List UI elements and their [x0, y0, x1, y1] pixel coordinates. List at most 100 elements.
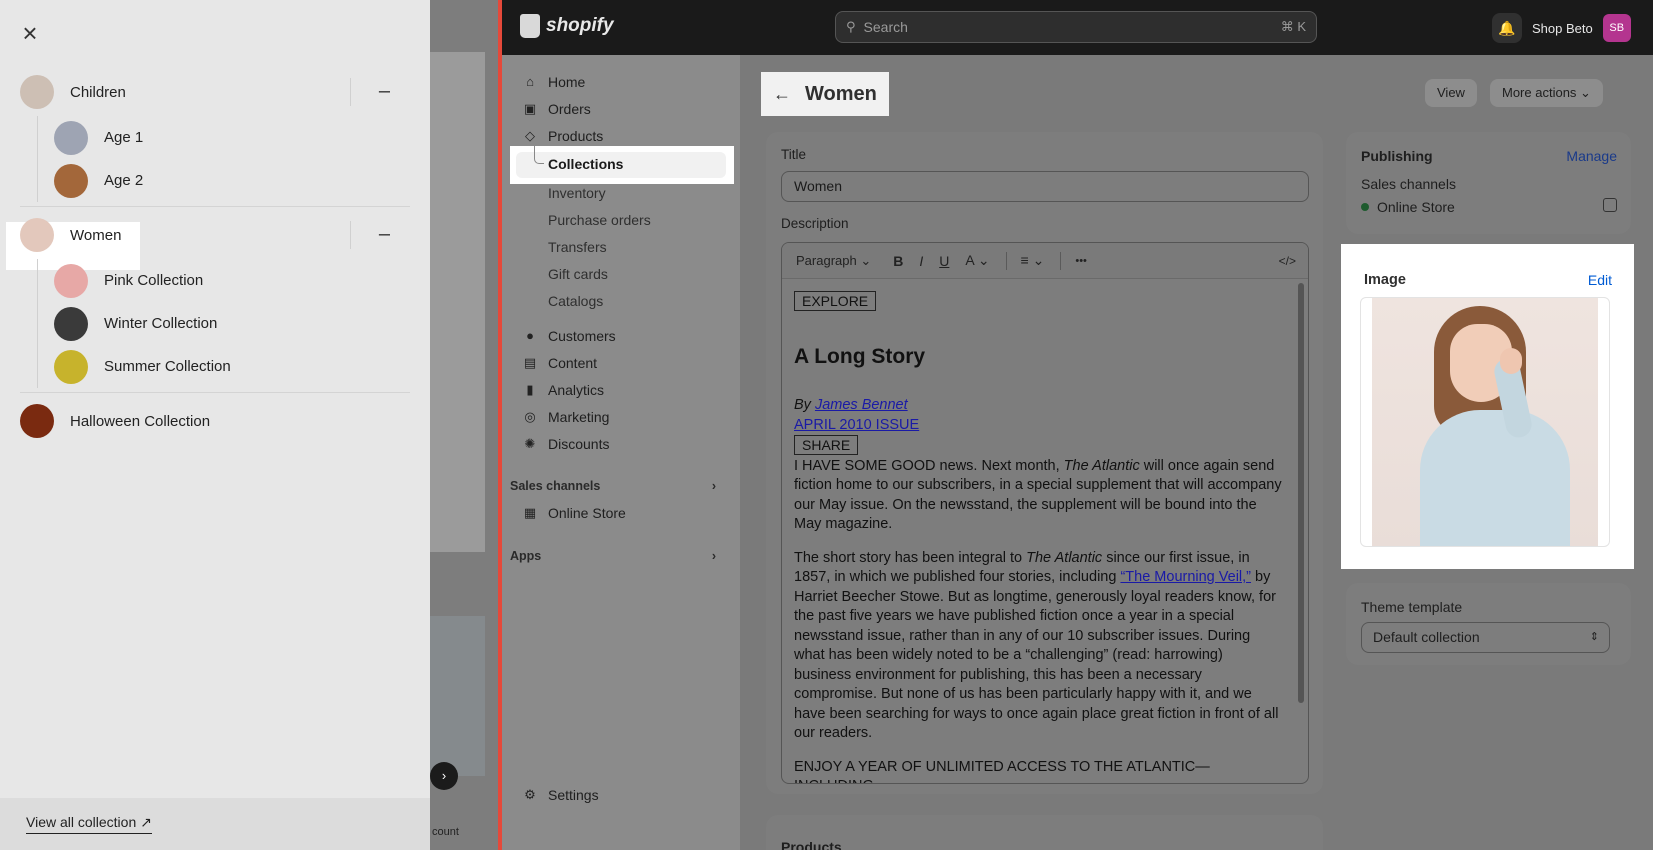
more-actions-button[interactable]: More actions ⌄ — [1490, 79, 1603, 107]
apps-section[interactable]: Apps › — [510, 549, 716, 563]
menu-item-summer-collection[interactable]: Summer Collection — [38, 345, 410, 388]
title-input[interactable]: Women — [781, 171, 1309, 202]
editor-toolbar: Paragraph ⌄ B I U A ⌄ ≡ ⌄ ••• </> — [782, 243, 1308, 279]
menu-item-pink-collection[interactable]: Pink Collection — [38, 259, 410, 302]
children-thumbnail — [20, 75, 54, 109]
menu-item-label: Winter Collection — [104, 315, 218, 332]
shop-name: Shop Beto — [1532, 20, 1593, 36]
article-heading: A Long Story — [794, 344, 926, 368]
schedule-calendar-icon[interactable] — [1603, 198, 1617, 212]
shopify-logo[interactable]: shopify — [520, 14, 614, 38]
sales-channels-section[interactable]: Sales channels › — [510, 479, 716, 493]
hero-image — [430, 52, 485, 552]
menu-item-label: Children — [70, 83, 126, 101]
manage-link[interactable]: Manage — [1566, 148, 1617, 164]
collapse-icon[interactable]: – — [350, 78, 390, 106]
nav-item-online-store[interactable]: ▦ Online Store — [522, 500, 626, 526]
nav-item-home[interactable]: ⌂ Home — [522, 69, 585, 95]
menu-item-age-2[interactable]: Age 2 — [38, 159, 410, 202]
next-arrow-icon[interactable]: › — [430, 762, 458, 790]
italic-button[interactable]: I — [919, 253, 923, 269]
notification-bell-icon[interactable]: 🔔 — [1492, 13, 1522, 43]
nav-item-customers[interactable]: ● Customers — [522, 323, 616, 349]
nav-item-analytics[interactable]: ▮ Analytics — [522, 377, 604, 403]
mourning-veil-link[interactable]: “The Mourning Veil,” — [1120, 569, 1251, 585]
underline-button[interactable]: U — [939, 253, 949, 269]
nav-item-marketing[interactable]: ◎ Marketing — [522, 404, 609, 430]
gear-icon: ⚙ — [524, 787, 536, 802]
sales-channels-label: Sales channels — [1361, 176, 1456, 192]
women-submenu: Pink Collection Winter Collection Summer… — [37, 259, 410, 388]
menu-item-women[interactable]: Women – — [0, 211, 410, 259]
orders-icon: ▣ — [523, 101, 537, 116]
collection-menu-drawer: × Children – Age 1 Age 2 Women – Pink Co… — [0, 0, 430, 850]
bold-button[interactable]: B — [893, 253, 903, 269]
selected-value: Default collection — [1373, 629, 1480, 645]
collection-details-card: Title Women Description Paragraph ⌄ B I … — [766, 132, 1323, 794]
html-code-button[interactable]: </> — [1279, 254, 1296, 268]
chevron-right-icon: › — [711, 549, 716, 563]
image-edit-link[interactable]: Edit — [1588, 272, 1612, 288]
back-arrow-icon[interactable]: ← — [773, 84, 791, 105]
nav-item-collections[interactable]: Collections — [510, 146, 734, 184]
text-color-button[interactable]: A ⌄ — [965, 252, 989, 269]
divider — [20, 206, 410, 207]
nav-item-catalogs[interactable]: Catalogs — [548, 289, 603, 313]
account-label[interactable]: count — [432, 826, 459, 838]
menu-item-children[interactable]: Children – — [0, 68, 410, 116]
women-thumbnail — [20, 218, 54, 252]
explore-button[interactable]: EXPLORE — [794, 291, 877, 311]
editor-scrollbar[interactable] — [1298, 283, 1304, 703]
section-label: Apps — [510, 549, 542, 563]
channel-name: Online Store — [1377, 199, 1455, 215]
shopify-admin: shopify ⚲ Search ⌘ K 🔔 Shop Beto SB ⌂ Ho… — [502, 0, 1653, 850]
nav-label: Marketing — [548, 409, 610, 425]
menu-item-halloween-collection[interactable]: Halloween Collection — [0, 397, 410, 445]
nav-item-orders[interactable]: ▣ Orders — [522, 96, 591, 122]
nav-label: Collections — [548, 156, 624, 172]
collection-image-frame[interactable] — [1360, 297, 1610, 547]
nav-item-transfers[interactable]: Transfers — [548, 235, 607, 259]
nav-item-gift-cards[interactable]: Gift cards — [548, 262, 608, 286]
close-icon[interactable]: × — [18, 20, 42, 46]
description-editor[interactable]: Paragraph ⌄ B I U A ⌄ ≡ ⌄ ••• </> EXPLOR… — [781, 242, 1309, 784]
nav-item-inventory[interactable]: Inventory — [548, 181, 606, 205]
more-formatting-button[interactable]: ••• — [1075, 255, 1087, 267]
menu-item-winter-collection[interactable]: Winter Collection — [38, 302, 410, 345]
image-heading: Image — [1364, 272, 1406, 288]
paragraph-format-select[interactable]: Paragraph ⌄ — [796, 253, 871, 269]
view-button[interactable]: View — [1425, 79, 1477, 107]
by-text: By — [794, 397, 811, 413]
publishing-heading: Publishing — [1361, 148, 1433, 164]
share-button[interactable]: SHARE — [794, 435, 859, 455]
nav-item-discounts[interactable]: ✺ Discounts — [522, 431, 610, 457]
text: The short story has been integral to — [794, 549, 1023, 566]
summer-collection-thumbnail — [54, 349, 88, 384]
home-icon: ⌂ — [526, 74, 534, 89]
bar-chart-icon: ▮ — [526, 382, 534, 397]
emphasis: The Atlantic — [1063, 457, 1140, 474]
chevron-right-icon: › — [711, 479, 716, 493]
tag-icon: ◇ — [525, 128, 535, 143]
shop-menu[interactable]: Shop Beto SB — [1532, 12, 1631, 44]
issue-link[interactable]: APRIL 2010 ISSUE — [794, 417, 919, 433]
menu-item-label: Pink Collection — [104, 272, 204, 289]
nav-item-content[interactable]: ▤ Content — [522, 350, 597, 376]
menu-item-age-1[interactable]: Age 1 — [38, 116, 410, 159]
description-content[interactable]: EXPLORE A Long Story By James Bennet APR… — [782, 279, 1294, 783]
nav-item-purchase-orders[interactable]: Purchase orders — [548, 208, 651, 232]
photo-shirt — [1420, 410, 1570, 546]
collection-image — [430, 616, 485, 776]
search-input[interactable]: ⚲ Search ⌘ K — [835, 11, 1317, 43]
align-button[interactable]: ≡ ⌄ — [1021, 252, 1045, 269]
photo-hand — [1500, 348, 1522, 374]
title-label: Title — [781, 147, 807, 162]
collapse-icon[interactable]: – — [350, 221, 390, 249]
view-all-collection-link[interactable]: View all collection ↗ — [26, 814, 152, 834]
author-link[interactable]: James Bennet — [815, 397, 908, 413]
nav-item-settings[interactable]: ⚙ Settings — [522, 782, 598, 808]
toolbar-divider — [1060, 251, 1062, 270]
search-shortcut: ⌘ K — [1280, 19, 1306, 34]
theme-template-select[interactable]: Default collection ⇕ — [1361, 622, 1610, 653]
products-card: Products — [766, 815, 1323, 850]
